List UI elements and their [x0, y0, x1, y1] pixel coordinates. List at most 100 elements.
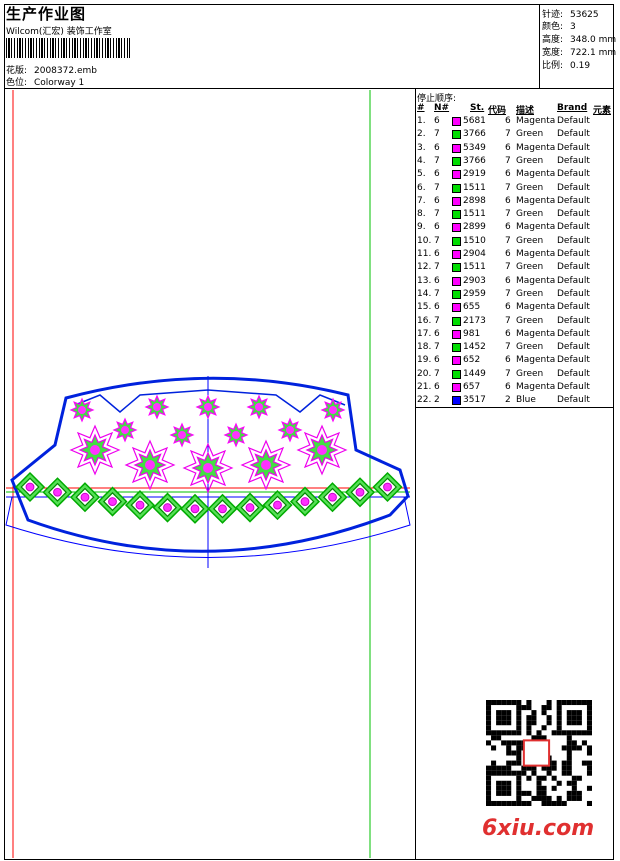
- qr-module: [581, 730, 587, 736]
- qr-module: [576, 790, 582, 796]
- qr-module: [486, 720, 492, 726]
- top-star-center: [78, 406, 86, 414]
- qr-module: [516, 750, 522, 756]
- qr-module: [511, 740, 517, 746]
- qr-module: [506, 740, 512, 746]
- qr-module: [496, 735, 502, 741]
- qr-module: [556, 700, 562, 706]
- qr-module: [571, 720, 577, 726]
- qr-module: [491, 760, 497, 766]
- qr-module: [561, 700, 567, 706]
- qr-module: [531, 770, 537, 776]
- qr-module: [491, 700, 497, 706]
- qr-module: [516, 775, 522, 781]
- qr-module: [571, 795, 577, 801]
- qr-module: [566, 745, 572, 751]
- qr-module: [491, 770, 497, 776]
- qr-module: [566, 715, 572, 721]
- qr-module: [566, 700, 572, 706]
- band-diamond-dot: [80, 492, 90, 502]
- qr-module: [486, 775, 492, 781]
- qr-module: [556, 725, 562, 731]
- qr-module: [516, 705, 522, 711]
- qr-module: [491, 765, 497, 771]
- qr-module: [486, 780, 492, 786]
- qr-module: [501, 720, 507, 726]
- qr-module: [501, 800, 507, 806]
- qr-module: [571, 790, 577, 796]
- qr-module: [496, 715, 502, 721]
- qr-module: [546, 705, 552, 711]
- qr-module: [546, 715, 552, 721]
- top-star-center: [329, 406, 337, 414]
- qr-module: [571, 780, 577, 786]
- qr-module: [566, 750, 572, 756]
- band-diamond-dot: [25, 482, 35, 492]
- qr-module: [576, 730, 582, 736]
- qr-module: [491, 800, 497, 806]
- qr-module: [511, 760, 517, 766]
- qr-module: [516, 745, 522, 751]
- qr-module: [536, 775, 542, 781]
- qr-module: [501, 715, 507, 721]
- qr-module: [511, 800, 517, 806]
- qr-module: [486, 770, 492, 776]
- qr-module: [556, 705, 562, 711]
- qr-module: [526, 720, 532, 726]
- qr-module: [576, 720, 582, 726]
- qr-module: [511, 730, 517, 736]
- qr-module: [506, 730, 512, 736]
- flower-motif-center: [261, 460, 271, 470]
- qr-module: [486, 700, 492, 706]
- qr-module: [521, 705, 527, 711]
- qr-module: [501, 780, 507, 786]
- qr-module: [566, 765, 572, 771]
- qr-module: [506, 715, 512, 721]
- qr-module: [536, 780, 542, 786]
- qr-module: [521, 800, 527, 806]
- qr-module: [491, 745, 497, 751]
- qr-module: [576, 715, 582, 721]
- qr-module: [526, 725, 532, 731]
- qr-module: [531, 720, 537, 726]
- qr-module: [586, 700, 592, 706]
- qr-module: [486, 725, 492, 731]
- qr-module: [506, 770, 512, 776]
- qr-module: [586, 720, 592, 726]
- flower-motif-center: [145, 460, 155, 470]
- qr-module: [491, 735, 497, 741]
- qr-module: [556, 720, 562, 726]
- qr-module: [501, 710, 507, 716]
- qr-module: [501, 790, 507, 796]
- band-diamond-dot: [383, 482, 392, 492]
- qr-module: [506, 765, 512, 771]
- qr-module: [576, 795, 582, 801]
- qr-module: [516, 760, 522, 766]
- qr-module: [506, 780, 512, 786]
- qr-module: [486, 790, 492, 796]
- qr-module: [516, 700, 522, 706]
- qr-module: [551, 765, 557, 771]
- qr-module: [496, 710, 502, 716]
- qr-module: [586, 800, 592, 806]
- qr-module: [516, 710, 522, 716]
- top-star-center: [204, 403, 212, 411]
- band-diamond-dot: [273, 500, 282, 510]
- qr-module: [516, 740, 522, 746]
- qr-module: [571, 740, 577, 746]
- qr-module: [556, 780, 562, 786]
- qr-module: [541, 710, 547, 716]
- qr-module: [581, 760, 587, 766]
- qr-module: [506, 800, 512, 806]
- qr-module: [511, 750, 517, 756]
- flower-motif-center: [203, 463, 213, 473]
- qr-module: [571, 700, 577, 706]
- qr-module: [566, 730, 572, 736]
- top-star-center: [153, 403, 161, 411]
- qr-module: [561, 770, 567, 776]
- band-diamond-dot: [163, 503, 172, 512]
- qr-module: [571, 715, 577, 721]
- qr-module: [586, 760, 592, 766]
- qr-module: [511, 770, 517, 776]
- qr-module: [496, 780, 502, 786]
